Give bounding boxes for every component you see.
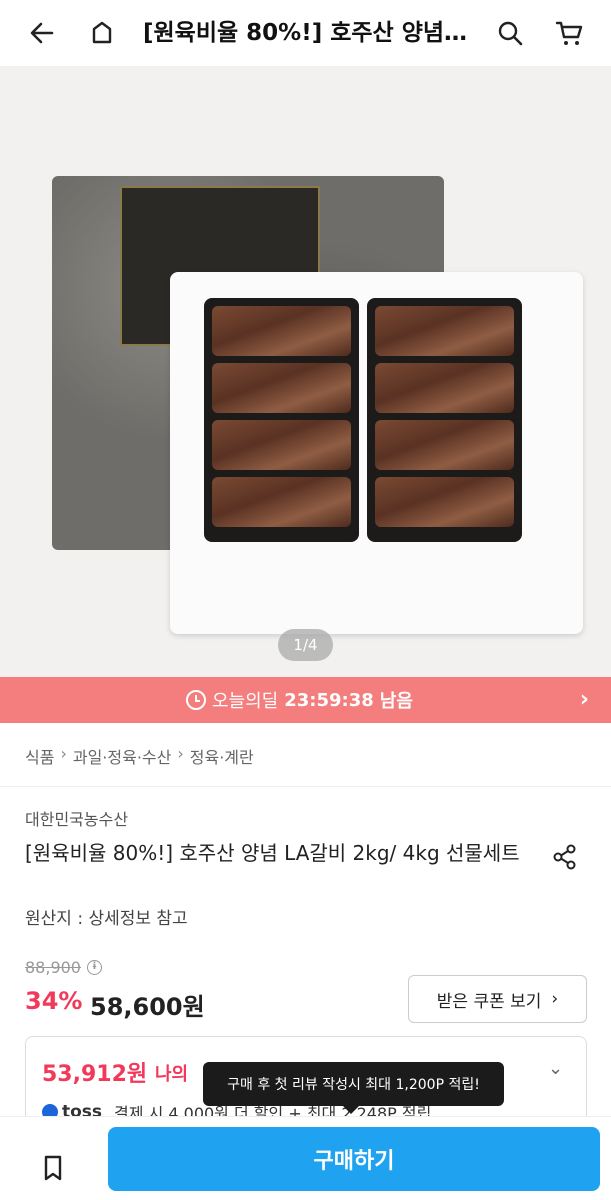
share-icon: [553, 844, 576, 870]
todays-deal-banner[interactable]: 오늘의딜 23:59:38 남음 ›: [0, 677, 611, 723]
coupon-button-label: 받은 쿠폰 보기: [436, 991, 542, 1012]
product-name: [원육비율 80%!] 호주산 양념 LA갈비 2kg/ 4kg 선물세트: [25, 841, 520, 865]
original-price: 88,900 i: [25, 958, 102, 977]
divider: [0, 786, 611, 787]
discount-rate: 34%: [25, 987, 83, 1015]
page-title: [원육비율 80%!] 호주산 양념 LA갈비 2kg/ 4kg 선물세트: [143, 20, 473, 46]
breadcrumb-item[interactable]: 과일·정육·수산: [73, 744, 172, 768]
deal-label: 오늘의딜: [212, 691, 279, 712]
chevron-right-icon: ›: [60, 744, 67, 763]
top-app-bar: [원육비율 80%!] 호주산 양념 LA갈비 2kg/ 4kg 선물세트: [0, 0, 611, 66]
sale-price: 58,600원: [90, 993, 205, 1021]
info-icon[interactable]: i: [86, 960, 102, 975]
chevron-down-icon[interactable]: ⌄: [548, 1058, 563, 1079]
home-icon: [92, 21, 112, 44]
breadcrumb: 식품 › 과일·정육·수산 › 정육·계란: [25, 744, 254, 768]
arrow-left-icon: [30, 22, 54, 44]
cart-icon: [555, 21, 583, 45]
chevron-right-icon: ›: [579, 687, 589, 712]
chevron-right-icon: ›: [551, 989, 559, 1009]
deal-countdown: 23:59:38: [284, 689, 374, 711]
brand-name[interactable]: 대한민국농수산: [25, 806, 128, 830]
deal-suffix: 남음: [379, 691, 413, 712]
search-button[interactable]: [486, 9, 534, 57]
breadcrumb-item[interactable]: 정육·계란: [190, 744, 254, 768]
bookmark-button[interactable]: [28, 1143, 78, 1193]
home-button[interactable]: [78, 9, 126, 57]
bookmark-icon: [44, 1155, 62, 1181]
search-icon: [498, 21, 523, 46]
breadcrumb-item[interactable]: 식품: [25, 744, 54, 768]
coupon-button[interactable]: 받은 쿠폰 보기 ›: [408, 975, 587, 1023]
meat-pack-image: [367, 298, 522, 542]
origin-info: 원산지 : 상세정보 참고: [25, 909, 188, 929]
my-discount-label: 나의 할인가: [155, 1064, 195, 1085]
product-image-gallery[interactable]: 1/4: [0, 66, 611, 677]
meat-pack-image: [204, 298, 359, 542]
my-discount-price: 53,912원: [42, 1062, 148, 1087]
bottom-action-bar: 구매하기: [0, 1116, 611, 1200]
image-counter: 1/4: [278, 629, 333, 661]
buy-button[interactable]: 구매하기: [108, 1127, 600, 1191]
share-button[interactable]: [550, 842, 580, 872]
review-point-tooltip: 구매 후 첫 리뷰 작성시 최대 1,200P 적립!: [203, 1062, 504, 1114]
back-button[interactable]: [18, 9, 66, 57]
cart-button[interactable]: [545, 9, 593, 57]
original-price-value: 88,900: [25, 958, 81, 977]
clock-icon: [186, 690, 206, 710]
chevron-right-icon: ›: [177, 744, 184, 763]
